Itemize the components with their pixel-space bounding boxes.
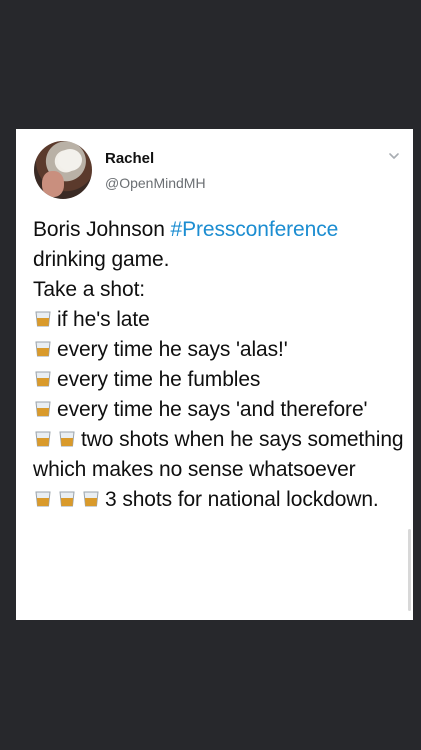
- tumbler-glass-icon: [59, 491, 75, 507]
- tweet-card: Rachel @OpenMindMH Boris Johnson #Pressc…: [16, 129, 413, 620]
- item-text: every time he fumbles: [57, 368, 261, 391]
- author-name[interactable]: Rachel: [105, 150, 154, 167]
- list-item: two shots when he says something which m…: [33, 425, 405, 485]
- list-item: every time he says 'alas!': [33, 335, 405, 365]
- scrollbar[interactable]: [408, 529, 411, 611]
- avatar-face-shape: [42, 171, 64, 197]
- chevron-down-icon[interactable]: [387, 149, 401, 163]
- tumbler-glass-icon: [59, 431, 75, 447]
- avatar-dog-shape: [58, 149, 82, 171]
- item-text: two shots when he says something which m…: [33, 428, 404, 481]
- item-text: if he's late: [57, 308, 150, 331]
- tumbler-glass-icon: [35, 431, 51, 447]
- list-item: every time he says 'and therefore': [33, 395, 405, 425]
- list-item: if he's late: [33, 305, 405, 335]
- tweet-line-3: Take a shot:: [33, 278, 146, 301]
- tumbler-glass-icon: [35, 491, 51, 507]
- tumbler-glass-icon: [83, 491, 99, 507]
- tumbler-glass-icon: [35, 311, 51, 327]
- avatar[interactable]: [34, 141, 92, 199]
- list-item: every time he fumbles: [33, 365, 405, 395]
- tweet-text-intro: Boris Johnson: [33, 218, 171, 241]
- tumbler-glass-icon: [35, 371, 51, 387]
- item-text: 3 shots for national lockdown.: [105, 488, 379, 511]
- author-handle[interactable]: @OpenMindMH: [105, 175, 206, 191]
- item-text: every time he says 'alas!': [57, 338, 288, 361]
- list-item: 3 shots for national lockdown.: [33, 485, 405, 515]
- tweet-line-2: drinking game.: [33, 248, 170, 271]
- tweet-body: Boris Johnson #Pressconference drinking …: [33, 215, 405, 515]
- tweet-line-1: Boris Johnson #Pressconference: [33, 215, 405, 245]
- tumbler-glass-icon: [35, 341, 51, 357]
- tumbler-glass-icon: [35, 401, 51, 417]
- hashtag-link[interactable]: #Pressconference: [171, 218, 339, 241]
- item-text: every time he says 'and therefore': [57, 398, 368, 421]
